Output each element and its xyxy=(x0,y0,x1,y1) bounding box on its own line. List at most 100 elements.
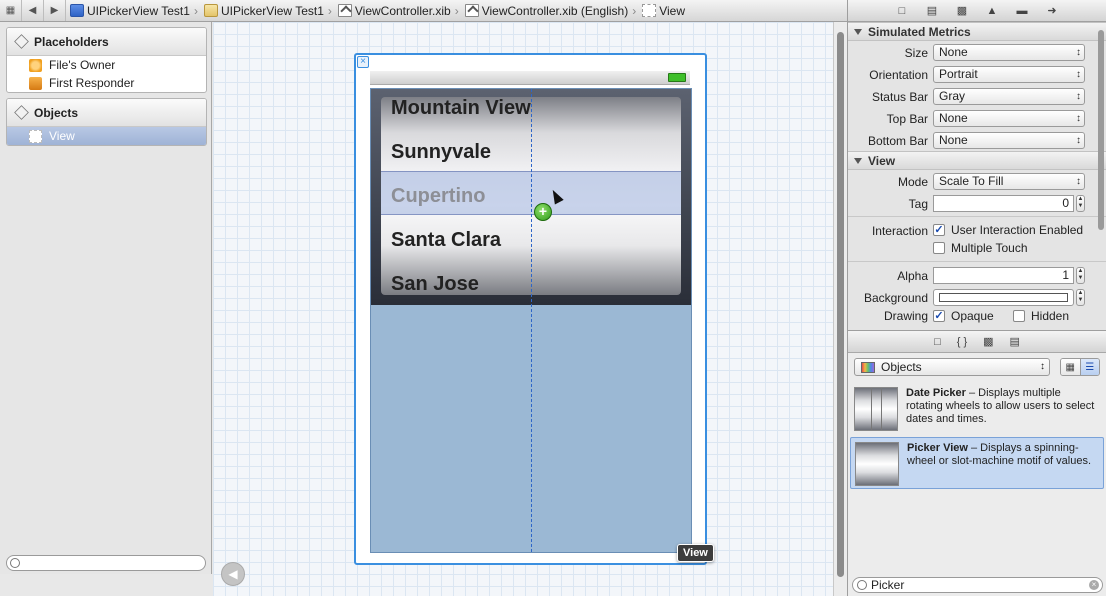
breadcrumb-view[interactable]: View xyxy=(638,4,687,18)
library-tabs: □ { } ▩ ▤ xyxy=(848,331,1106,353)
identity-inspector-icon[interactable]: ▩ xyxy=(954,4,970,18)
placeholders-section: Placeholders File's Owner First Responde… xyxy=(6,27,207,93)
view-icon xyxy=(29,129,42,143)
alpha-property: Alpha 1 ▲ ▼ xyxy=(897,267,1085,284)
breadcrumb-group[interactable]: UIPickerView Test1 xyxy=(200,4,326,18)
picker-view-icon xyxy=(855,442,899,486)
hidden-checkbox[interactable]: Hidden xyxy=(1013,309,1069,323)
code-snippet-icon[interactable]: { } xyxy=(957,336,967,348)
interaction-property: Interaction ✓ User Interaction Enabled xyxy=(871,223,1084,238)
related-items-icon[interactable]: ▦ xyxy=(0,0,22,21)
breadcrumb-separator: › xyxy=(193,3,198,18)
inspector-scrollbar[interactable] xyxy=(1098,30,1104,230)
breadcrumb-separator: › xyxy=(327,3,332,18)
mode-popup[interactable]: Scale To Fill xyxy=(933,173,1085,190)
center-guide-line xyxy=(531,89,532,552)
canvas-scrollbar[interactable] xyxy=(833,22,847,596)
tag-property: Tag 0 ▲ ▼ xyxy=(908,195,1085,212)
status-bar-property: Status Bar Gray xyxy=(848,85,1106,107)
outline-item-first-responder[interactable]: First Responder xyxy=(7,74,206,92)
disclosure-triangle-icon xyxy=(854,157,862,164)
date-picker-icon xyxy=(854,387,898,431)
breadcrumb-xib[interactable]: ViewController.xib xyxy=(334,4,453,18)
object-library: □ { } ▩ ▤ Objects ▦ ☰ Date Picker – Disp… xyxy=(847,330,1106,596)
simulated-metrics-header[interactable]: Simulated Metrics xyxy=(848,22,1106,41)
view-frame[interactable]: × Mountain View Sunnyvale Cupertino Sant… xyxy=(354,53,707,565)
back-button[interactable]: ◀ xyxy=(221,562,245,586)
attributes-inspector: □ ▤ ▩ ▲ ▬ ➜ Simulated Metrics Size None … xyxy=(847,0,1106,330)
project-icon xyxy=(70,4,84,17)
back-arrow-icon[interactable]: ◀ xyxy=(22,0,44,21)
library-category-select[interactable]: Objects xyxy=(854,358,1050,376)
simulated-status-bar xyxy=(370,71,690,85)
clear-search-icon[interactable]: × xyxy=(1089,580,1099,590)
background-property: Background ▲ ▼ xyxy=(863,289,1085,306)
objects-header[interactable]: Objects xyxy=(7,99,206,127)
quick-help-icon[interactable]: ▤ xyxy=(924,4,940,18)
list-view-icon[interactable]: ☰ xyxy=(1079,359,1099,375)
picker-row[interactable]: Sunnyvale xyxy=(391,141,491,164)
outline-item-files-owner[interactable]: File's Owner xyxy=(7,56,206,74)
connections-inspector-icon[interactable]: ➜ xyxy=(1044,4,1060,18)
folder-icon xyxy=(203,4,218,17)
canvas-scroll-thumb[interactable] xyxy=(837,32,844,577)
picker-row[interactable]: Santa Clara xyxy=(391,229,501,252)
breadcrumb-project[interactable]: UIPickerView Test1 xyxy=(66,4,192,18)
cube-icon xyxy=(14,34,29,49)
bottom-bar-property: Bottom Bar None xyxy=(848,129,1106,151)
media-library-icon[interactable]: ▤ xyxy=(1010,335,1020,348)
view-section-header[interactable]: View xyxy=(848,151,1106,170)
cube-icon xyxy=(14,105,29,120)
files-owner-icon xyxy=(29,58,42,72)
size-inspector-icon[interactable]: ▬ xyxy=(1014,4,1030,18)
main-view[interactable]: Mountain View Sunnyvale Cupertino Santa … xyxy=(370,88,692,553)
alpha-field[interactable]: 1 xyxy=(933,267,1074,284)
outline-filter-input[interactable] xyxy=(6,555,206,571)
objects-library-icon xyxy=(861,362,875,373)
attributes-inspector-icon[interactable]: ▲ xyxy=(984,4,1000,18)
background-color-well[interactable] xyxy=(933,289,1074,306)
breadcrumb-xib-english[interactable]: ViewController.xib (English) xyxy=(461,4,631,18)
alpha-stepper[interactable]: ▲ ▼ xyxy=(1076,267,1085,284)
divider xyxy=(848,261,1106,262)
drawing-property: Drawing ✓ Opaque Hidden xyxy=(883,309,1070,323)
picker-row-selected[interactable]: Cupertino xyxy=(391,185,485,208)
breadcrumb-separator: › xyxy=(632,3,637,18)
outline-item-view[interactable]: View xyxy=(7,127,206,145)
file-template-icon[interactable]: □ xyxy=(934,336,941,348)
object-library-icon[interactable]: ▩ xyxy=(983,335,993,348)
user-interaction-checkbox[interactable]: ✓ User Interaction Enabled xyxy=(933,223,1083,237)
library-view-toggle[interactable]: ▦ ☰ xyxy=(1060,358,1100,376)
orientation-popup[interactable]: Portrait xyxy=(933,66,1085,83)
placeholders-header[interactable]: Placeholders xyxy=(7,28,206,56)
forward-arrow-icon[interactable]: ▶ xyxy=(44,0,66,21)
editor-canvas[interactable]: × Mountain View Sunnyvale Cupertino Sant… xyxy=(213,22,833,596)
file-inspector-icon[interactable]: □ xyxy=(894,4,910,18)
library-item-picker-view[interactable]: Picker View – Displays a spinning-wheel … xyxy=(850,437,1104,489)
background-popup-arrow[interactable]: ▲ ▼ xyxy=(1076,289,1085,306)
bottom-bar-popup[interactable]: None xyxy=(933,132,1085,149)
multiple-touch-checkbox[interactable]: Multiple Touch xyxy=(933,241,1028,255)
close-icon[interactable]: × xyxy=(357,56,369,68)
picker-row[interactable]: San Jose xyxy=(391,273,479,295)
top-bar-popup[interactable]: None xyxy=(933,110,1085,127)
library-search-input[interactable]: Picker × xyxy=(852,577,1103,593)
size-property: Size None xyxy=(848,41,1106,63)
inspector-tabs: □ ▤ ▩ ▲ ▬ ➜ xyxy=(848,0,1106,22)
picker-row[interactable]: Mountain View xyxy=(391,97,531,120)
divider xyxy=(848,216,1106,217)
objects-section: Objects View xyxy=(6,98,207,146)
orientation-property: Orientation Portrait xyxy=(848,63,1106,85)
xib-icon xyxy=(464,4,479,17)
tag-stepper[interactable]: ▲ ▼ xyxy=(1076,195,1085,212)
grid-view-icon[interactable]: ▦ xyxy=(1061,359,1080,375)
add-copy-icon: + xyxy=(534,203,552,221)
size-popup[interactable]: None xyxy=(933,44,1085,61)
search-icon xyxy=(857,580,867,590)
battery-icon xyxy=(668,73,686,82)
status-bar-popup[interactable]: Gray xyxy=(933,88,1085,105)
tag-field[interactable]: 0 xyxy=(933,195,1074,212)
view-icon xyxy=(642,4,657,17)
opaque-checkbox[interactable]: ✓ Opaque xyxy=(933,309,994,323)
library-item-date-picker[interactable]: Date Picker – Displays multiple rotating… xyxy=(850,383,1104,435)
